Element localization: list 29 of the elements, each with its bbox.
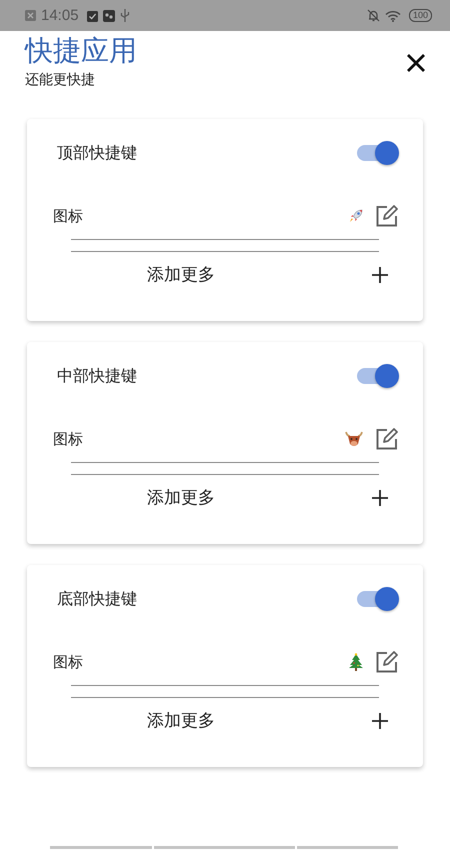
rocket-icon <box>348 208 364 224</box>
plus-icon[interactable] <box>372 490 388 506</box>
card-title: 中部快捷键 <box>57 366 137 386</box>
icon-label: 图标 <box>53 430 83 448</box>
add-more-label[interactable]: 添加更多 <box>147 486 372 509</box>
wifi-icon <box>384 10 401 22</box>
muted-bell-icon <box>366 9 380 22</box>
card-title: 底部快捷键 <box>57 588 137 610</box>
edit-icon[interactable] <box>376 205 400 227</box>
edit-icon[interactable] <box>376 428 400 450</box>
page-subtitle: 还能更快捷 <box>25 71 96 89</box>
clock-time: 14:05 <box>41 7 79 24</box>
page-title: 快捷应用 <box>25 33 138 69</box>
icon-label: 图标 <box>53 652 83 672</box>
icon-label: 图标 <box>53 206 83 226</box>
edit-icon[interactable] <box>376 651 400 673</box>
plus-icon[interactable] <box>372 266 388 282</box>
battery-level: 100 <box>408 9 432 22</box>
plus-icon[interactable] <box>372 712 388 728</box>
card-title: 顶部快捷键 <box>57 142 137 164</box>
notification-icon <box>25 10 36 21</box>
app-icon <box>102 10 115 22</box>
checklist-icon <box>86 10 98 22</box>
add-more-label[interactable]: 添加更多 <box>147 709 372 732</box>
bull-icon <box>344 430 364 448</box>
close-icon[interactable] <box>406 53 426 73</box>
add-more-label[interactable]: 添加更多 <box>147 263 372 286</box>
usb-icon <box>120 9 130 22</box>
christmas-tree-icon <box>348 653 364 671</box>
